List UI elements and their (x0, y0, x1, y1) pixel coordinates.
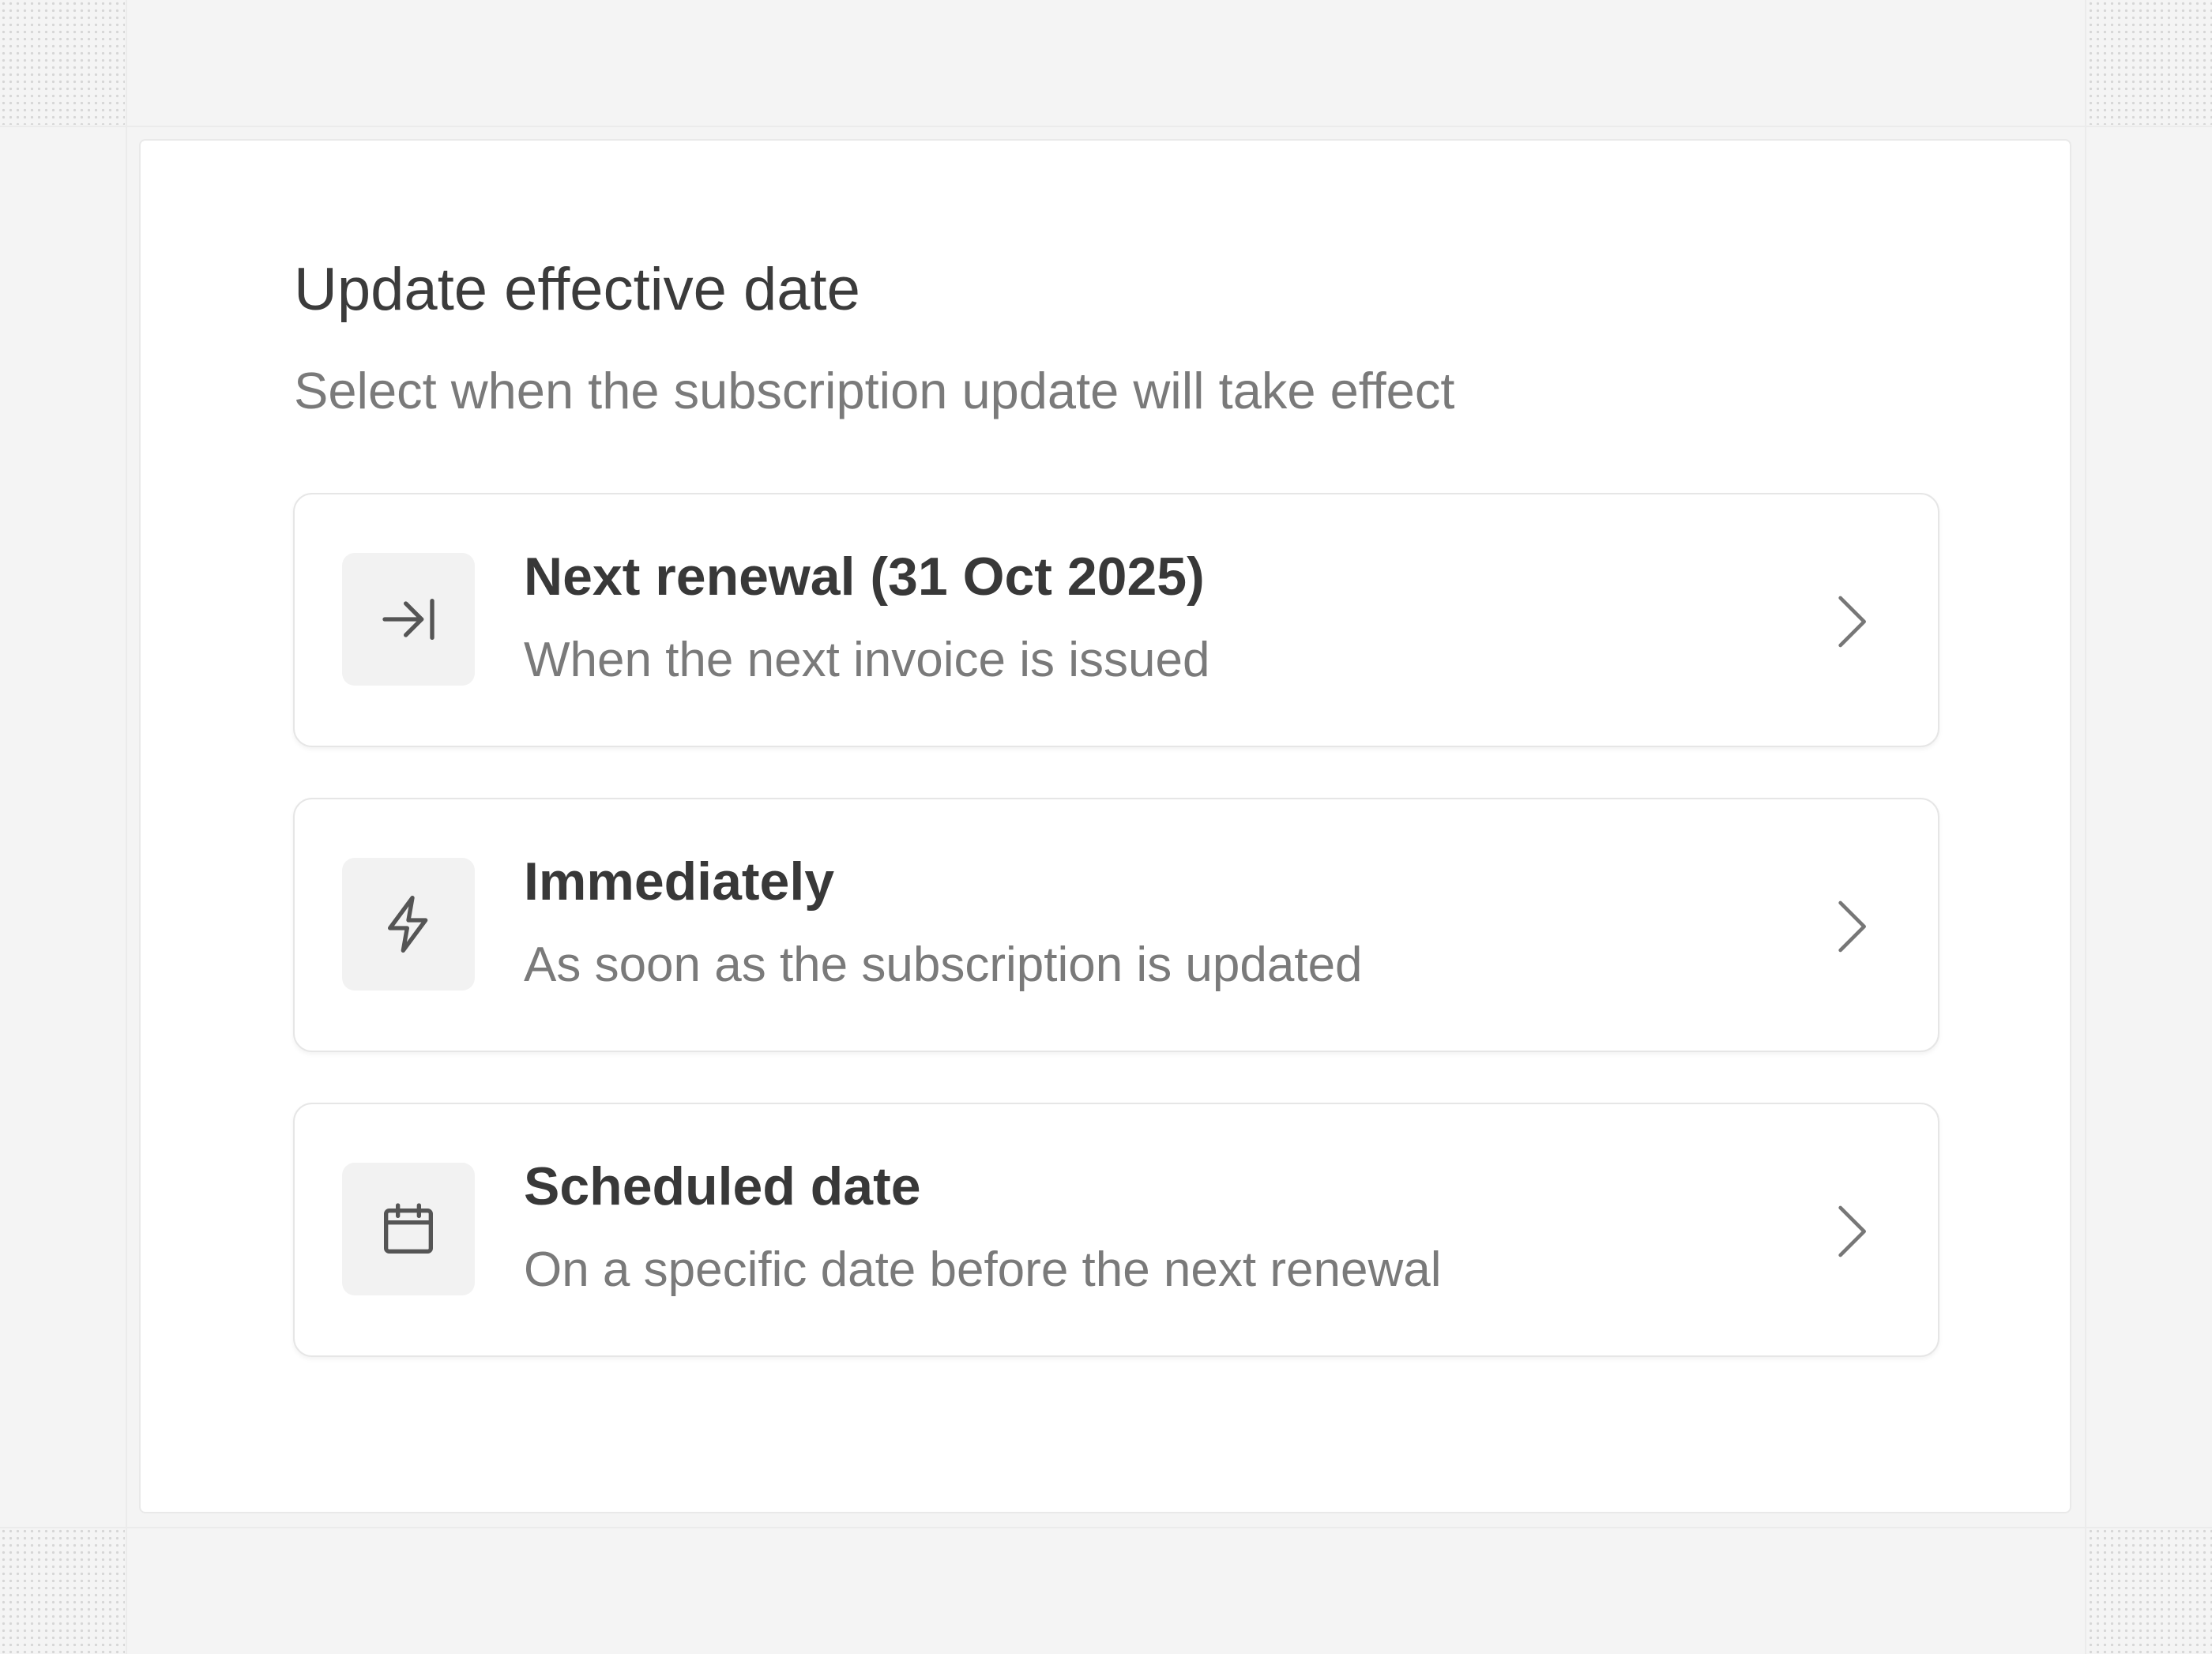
option-description: As soon as the subscription is updated (524, 938, 1363, 992)
option-label: Immediately (524, 851, 835, 912)
dialog-title: Update effective date (294, 256, 860, 323)
dialog-subtitle: Select when the subscription update will… (294, 362, 1455, 419)
chevron-right-icon (1838, 596, 1866, 648)
chevron-right-icon (1838, 900, 1866, 953)
option-description: On a specific date before the next renew… (524, 1242, 1442, 1297)
option-icon-tile (342, 553, 475, 686)
chevron-right-icon (1838, 1205, 1866, 1257)
corner-dot-pattern (2087, 1528, 2212, 1654)
arrow-right-to-line-icon (382, 599, 434, 640)
frame-guide-line (2085, 0, 2086, 1654)
option-label: Scheduled date (524, 1156, 921, 1216)
option-icon-tile (342, 1163, 475, 1295)
lightning-bolt-icon (388, 896, 428, 953)
option-scheduled-date[interactable]: Scheduled date On a specific date before… (293, 1103, 1939, 1357)
corner-dot-pattern (0, 0, 125, 125)
option-immediately[interactable]: Immediately As soon as the subscription … (293, 798, 1939, 1052)
frame-guide-line (0, 1527, 2212, 1528)
corner-dot-pattern (0, 1528, 125, 1654)
option-next-renewal[interactable]: Next renewal (31 Oct 2025) When the next… (293, 493, 1939, 747)
option-icon-tile (342, 858, 475, 991)
option-description: When the next invoice is issued (524, 633, 1210, 687)
frame-guide-line (0, 126, 2212, 127)
frame-guide-line (126, 0, 127, 1654)
calendar-icon (384, 1203, 433, 1254)
corner-dot-pattern (2087, 0, 2212, 125)
option-label: Next renewal (31 Oct 2025) (524, 547, 1205, 607)
